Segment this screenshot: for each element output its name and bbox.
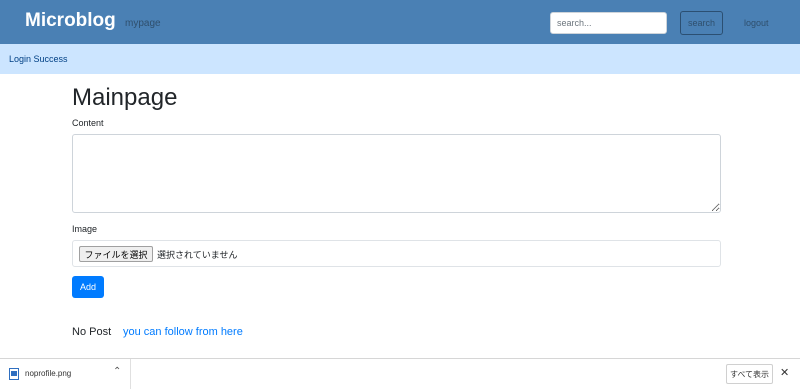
search-input[interactable] <box>550 12 667 34</box>
brand-link[interactable]: Microblog <box>25 10 116 32</box>
close-icon[interactable]: ✕ <box>780 366 789 379</box>
no-post-text: No Post <box>72 326 112 338</box>
search-button[interactable]: search <box>680 11 723 35</box>
image-file-input[interactable]: ファイルを選択 選択されていません <box>72 240 721 267</box>
choose-file-button[interactable]: ファイルを選択 <box>79 246 153 262</box>
image-file-icon <box>9 367 19 380</box>
download-item[interactable]: noprofile.png ⌃ <box>0 359 131 389</box>
content-label: Content <box>72 118 104 128</box>
download-filename: noprofile.png <box>25 369 72 378</box>
page-title: Mainpage <box>72 84 178 111</box>
chevron-up-icon[interactable]: ⌃ <box>113 366 121 377</box>
login-alert: Login Success <box>0 44 800 74</box>
logout-link[interactable]: logout <box>744 18 769 28</box>
show-all-button[interactable]: すべて表示 <box>726 364 773 384</box>
file-status: 選択されていません <box>157 251 238 261</box>
add-button[interactable]: Add <box>72 276 104 298</box>
image-label: Image <box>72 224 98 234</box>
download-bar: noprofile.png ⌃ すべて表示 ✕ <box>0 358 800 389</box>
content-textarea[interactable] <box>72 134 721 213</box>
alert-message: Login Success <box>9 54 68 64</box>
mypage-link[interactable]: mypage <box>125 18 161 29</box>
follow-link[interactable]: you can follow from here <box>123 326 243 338</box>
navbar: Microblog mypage search logout <box>0 0 800 44</box>
